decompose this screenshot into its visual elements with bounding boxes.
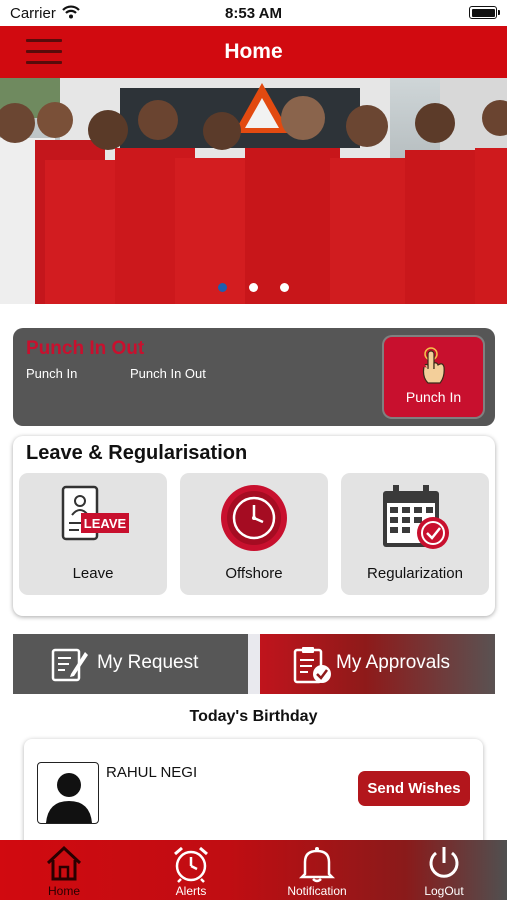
nav-notification[interactable]: Notification	[270, 840, 364, 900]
edit-document-icon	[51, 646, 89, 687]
nav-logout-label: LogOut	[424, 884, 464, 898]
nav-home-label: Home	[47, 884, 80, 898]
leave-document-icon: LEAVE	[19, 485, 167, 550]
punch-title: Punch In Out	[26, 338, 145, 359]
home-icon	[20, 845, 108, 886]
offshore-tile-label: Offshore	[225, 565, 283, 582]
status-bar: Carrier 8:53 AM	[0, 0, 507, 26]
offshore-tile[interactable]: Offshore	[180, 473, 328, 595]
page-title: Home	[224, 40, 283, 63]
my-approvals-tab[interactable]: My Approvals	[260, 634, 495, 694]
nav-alerts[interactable]: Alerts	[147, 840, 235, 900]
calendar-check-icon	[341, 485, 489, 560]
tab-divider	[248, 634, 260, 694]
regularization-tile-label: Regularization	[367, 565, 463, 582]
tap-hand-icon	[420, 347, 446, 390]
punch-in-label: Punch In	[26, 366, 78, 381]
banner-photo	[0, 78, 507, 304]
punch-in-button[interactable]: Punch In	[384, 337, 483, 417]
carousel-dot-3[interactable]	[280, 283, 290, 292]
punch-in-button-label: Punch In	[405, 389, 462, 405]
clock-time: 8:53 AM	[225, 5, 282, 22]
avatar	[37, 762, 99, 824]
battery-icon	[469, 6, 500, 19]
birthday-card: RAHUL NEGI Send Wishes	[24, 739, 483, 851]
leave-section-title: Leave & Regularisation	[26, 442, 248, 464]
carousel-dot-2[interactable]	[249, 283, 258, 292]
birthday-heading: Today's Birthday	[189, 708, 318, 725]
carousel-dot-1[interactable]	[217, 283, 227, 292]
punch-in-out-label: Punch In Out	[130, 366, 206, 381]
clock-icon	[180, 485, 328, 560]
bottom-nav: Home Alerts Notification LogOut	[0, 840, 507, 900]
nav-alerts-label: Alerts	[175, 884, 207, 898]
send-wishes-button[interactable]: Send Wishes	[358, 771, 470, 806]
photo-banner[interactable]	[0, 78, 507, 304]
leave-badge-text: LEAVE	[84, 516, 127, 531]
my-approvals-label: My Approvals	[336, 652, 451, 673]
leave-regularisation-card: Leave & Regularisation LEAVE Leave Offsh…	[13, 436, 495, 616]
nav-notification-label: Notification	[287, 884, 347, 898]
birthday-person-name: RAHUL NEGI	[106, 764, 198, 781]
leave-tile-label: Leave	[72, 565, 114, 582]
bell-icon	[270, 845, 364, 888]
my-request-tab[interactable]: My Request	[13, 634, 248, 694]
app-header: Home	[0, 26, 507, 78]
leave-tile[interactable]: LEAVE Leave	[19, 473, 167, 595]
nav-logout[interactable]: LogOut	[400, 840, 488, 900]
my-request-label: My Request	[97, 652, 199, 673]
user-silhouette-icon	[46, 773, 92, 823]
alarm-clock-icon	[147, 845, 235, 888]
punch-card: Punch In Out Punch In Punch In Out Punch…	[13, 328, 495, 426]
carousel-indicator	[0, 279, 507, 297]
power-icon	[400, 845, 488, 886]
regularization-tile[interactable]: Regularization	[341, 473, 489, 595]
clipboard-check-icon	[292, 646, 332, 689]
nav-home[interactable]: Home	[20, 840, 108, 900]
